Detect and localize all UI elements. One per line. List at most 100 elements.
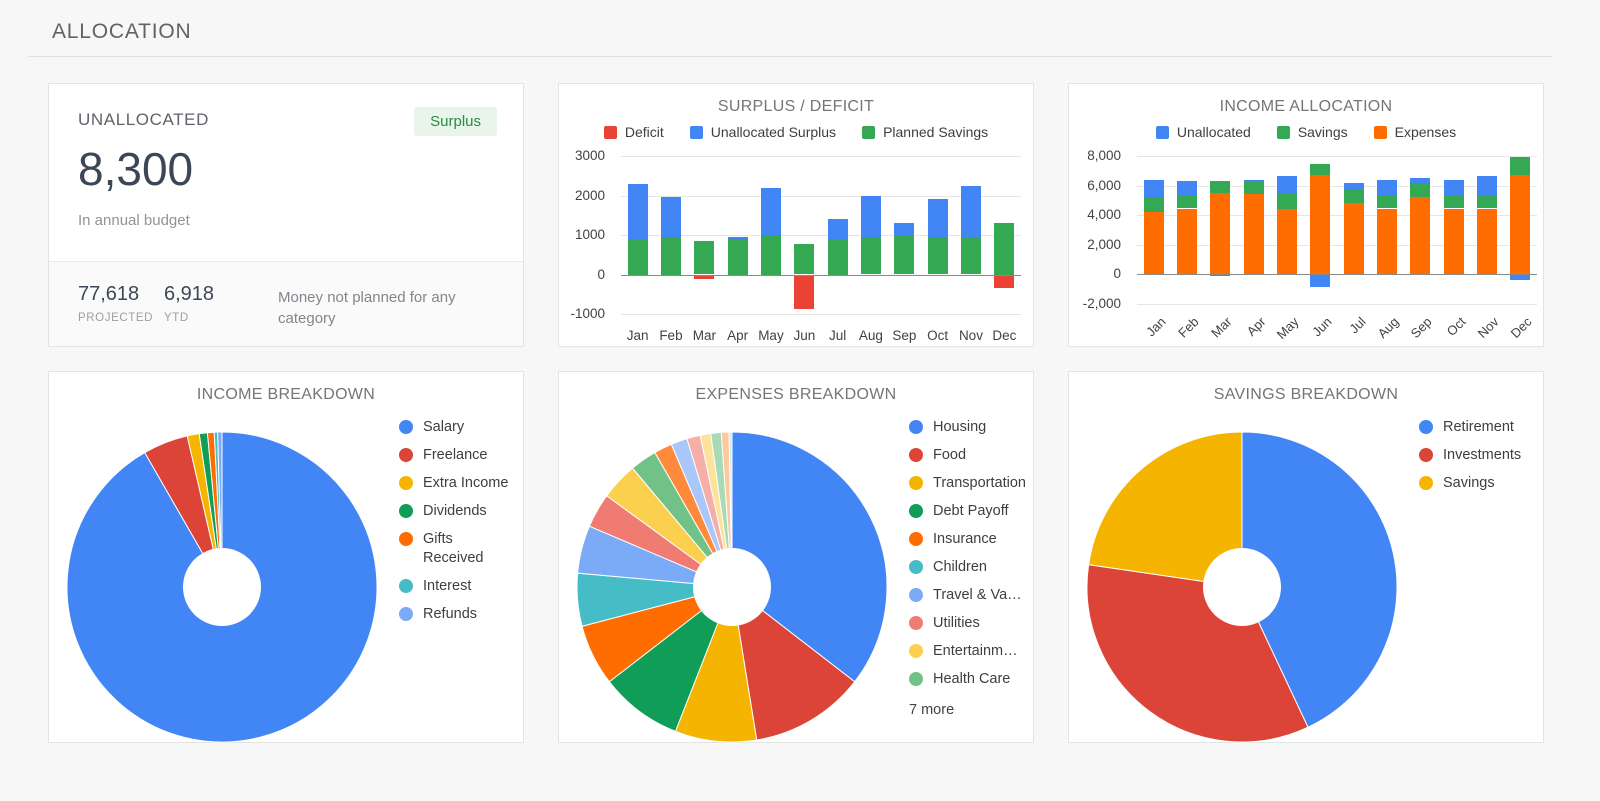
bar-segment[interactable] [1410, 197, 1430, 275]
legend-swatch [399, 420, 413, 434]
bar-segment[interactable] [1444, 180, 1464, 195]
bar-segment[interactable] [1444, 195, 1464, 208]
bar-segment[interactable] [1444, 209, 1464, 275]
bar-segment[interactable] [1244, 180, 1264, 193]
y-axis-tick: 2000 [575, 189, 605, 203]
bar-segment[interactable] [1477, 209, 1497, 275]
bar-segment[interactable] [1177, 181, 1197, 195]
bar-segment[interactable] [1210, 181, 1230, 193]
bar-segment[interactable] [1344, 190, 1364, 203]
legend-label: Health Care [933, 670, 1010, 689]
income-allocation-plot[interactable] [1137, 156, 1537, 304]
legend-label: Housing [933, 418, 986, 437]
chart-legend: SalaryFreelanceExtra IncomeDividendsGift… [399, 418, 517, 633]
chart-legend: RetirementInvestmentsSavings [1419, 418, 1537, 502]
bar-segment[interactable] [828, 239, 848, 275]
bar-segment[interactable] [961, 238, 981, 274]
legend-label: Dividends [423, 502, 487, 521]
bar-segment[interactable] [761, 235, 781, 275]
legend-swatch [909, 448, 923, 462]
x-axis-label: Jul [821, 328, 854, 343]
legend-label: Unallocated [1177, 124, 1251, 140]
bar-segment[interactable] [1377, 209, 1397, 275]
bar-segment[interactable] [1477, 195, 1497, 208]
bar-segment[interactable] [1510, 175, 1530, 274]
legend-item: Unallocated Surplus [690, 124, 836, 140]
bar-segment[interactable] [961, 186, 981, 239]
x-axis-label: May [1274, 314, 1302, 342]
bar-segment[interactable] [1144, 212, 1164, 274]
bar-segment[interactable] [861, 196, 881, 238]
bar-segment[interactable] [728, 237, 748, 239]
bar-segment[interactable] [661, 237, 681, 275]
bar-segment[interactable] [794, 275, 814, 309]
bar-segment[interactable] [994, 223, 1014, 274]
ytd-value: 6,918 [164, 283, 214, 306]
bar-segment[interactable] [761, 188, 781, 235]
bar-segment[interactable] [628, 184, 648, 239]
legend-item: Transportation [909, 474, 1027, 493]
bar-segment[interactable] [1410, 178, 1430, 184]
bar-segment[interactable] [861, 238, 881, 274]
bar-segment[interactable] [694, 241, 714, 275]
legend-item: Food [909, 446, 1027, 465]
legend-label: Utilities [933, 614, 980, 633]
bar-segment[interactable] [728, 239, 748, 275]
bar-segment[interactable] [1510, 157, 1530, 176]
bar-segment[interactable] [1210, 193, 1230, 274]
bar-segment[interactable] [1144, 180, 1164, 199]
legend-item: Salary [399, 418, 517, 437]
bar-segment[interactable] [1377, 195, 1397, 208]
legend-item: Housing [909, 418, 1027, 437]
bar-segment[interactable] [1410, 183, 1430, 196]
bar-segment[interactable] [894, 223, 914, 236]
unallocated-card: UNALLOCATED Surplus 8,300 In annual budg… [48, 83, 524, 347]
bar-segment[interactable] [1177, 195, 1197, 208]
bar-segment[interactable] [994, 275, 1014, 289]
bar-segment[interactable] [928, 199, 948, 239]
expenses-breakdown-pie[interactable] [575, 430, 889, 744]
bar-segment[interactable] [894, 236, 914, 274]
surplus-status-badge: Surplus [414, 107, 497, 136]
bar-segment[interactable] [1244, 194, 1264, 275]
y-axis: 8,0006,0004,0002,0000-2,000 [1069, 156, 1129, 304]
bar-segment[interactable] [1144, 198, 1164, 212]
bar-segment[interactable] [1344, 183, 1364, 190]
chart-title: INCOME ALLOCATION [1069, 98, 1543, 116]
bar-segment[interactable] [1277, 209, 1297, 275]
surplus-deficit-plot[interactable] [621, 156, 1021, 314]
bar-segment[interactable] [928, 238, 948, 274]
legend-item: Utilities [909, 614, 1027, 633]
bar-segment[interactable] [628, 239, 648, 275]
bar-segment[interactable] [1244, 180, 1264, 181]
legend-swatch [1419, 476, 1433, 490]
legend-swatch [1374, 126, 1387, 139]
bar-segment[interactable] [1277, 176, 1297, 193]
bar-segment[interactable] [1277, 193, 1297, 209]
bar-segment[interactable] [1344, 203, 1364, 274]
legend-item: Freelance [399, 446, 517, 465]
x-axis: JanFebMarAprMayJunJulAugSepOctNovDec [1137, 308, 1537, 338]
bar-segment[interactable] [661, 197, 681, 237]
bar-segment[interactable] [1377, 180, 1397, 196]
legend-swatch [909, 532, 923, 546]
x-axis-label: Apr [1243, 314, 1268, 339]
bar-segment[interactable] [1477, 176, 1497, 195]
unallocated-card-footer: 77,618 PROJECTED 6,918 YTD Money not pla… [49, 261, 523, 346]
x-axis-label: Mar [688, 328, 721, 343]
bar-segment[interactable] [1310, 274, 1330, 287]
unallocated-amount: 8,300 [78, 142, 193, 196]
bar-segment[interactable] [1310, 164, 1330, 175]
x-axis-label: Dec [988, 328, 1021, 343]
bar-segment[interactable] [1177, 209, 1197, 275]
bar-segment[interactable] [828, 219, 848, 239]
surplus-deficit-card: SURPLUS / DEFICIT DeficitUnallocated Sur… [558, 83, 1034, 347]
legend-item: Investments [1419, 446, 1537, 465]
savings-breakdown-pie[interactable] [1085, 430, 1399, 744]
bar-segment[interactable] [1310, 175, 1330, 274]
x-axis-label: Feb [1175, 314, 1201, 340]
legend-label: Entertainm… [933, 642, 1018, 661]
income-breakdown-pie[interactable] [65, 430, 379, 744]
bar-segment[interactable] [794, 244, 814, 275]
legend-item: Children [909, 558, 1027, 577]
